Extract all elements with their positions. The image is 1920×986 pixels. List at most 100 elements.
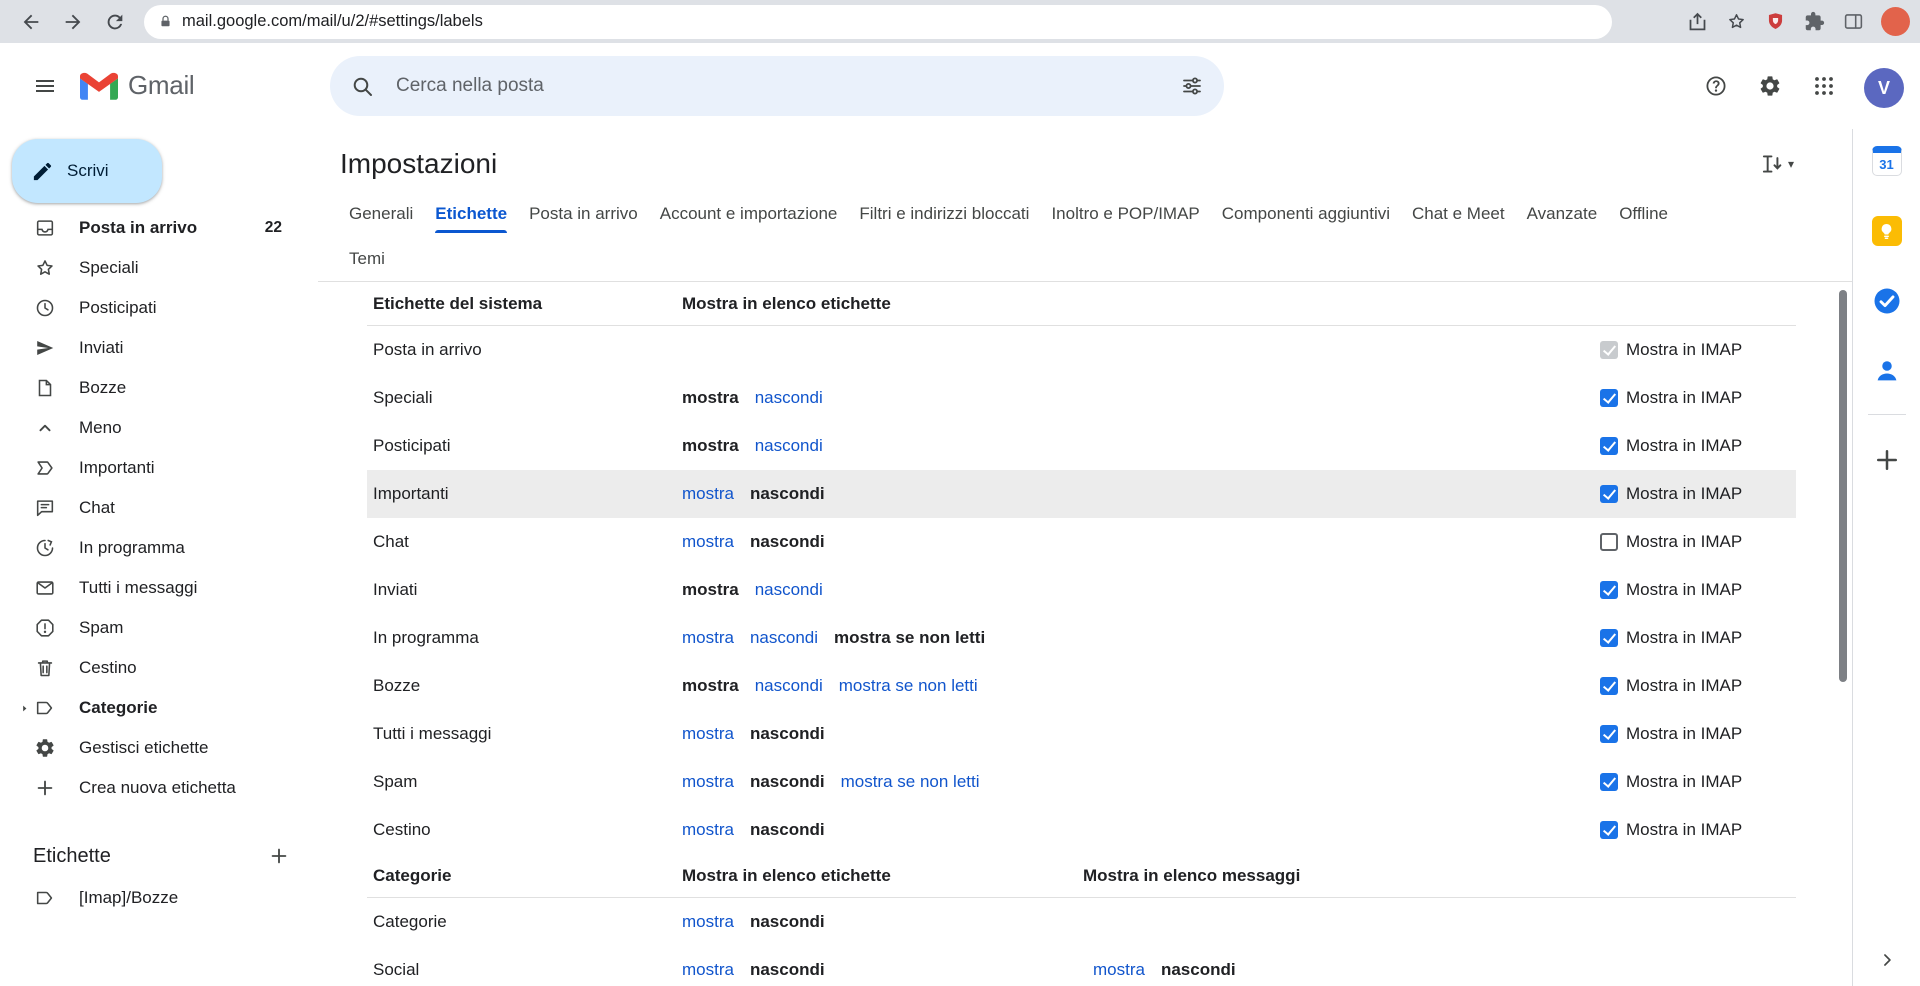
account-avatar[interactable]: V [1864, 68, 1904, 108]
imap-checkbox[interactable] [1600, 389, 1618, 407]
visibility-option-current: mostra [682, 388, 739, 408]
sidebar-item-posta-in-arrivo[interactable]: Posta in arrivo22 [0, 208, 318, 248]
support-button[interactable] [1692, 62, 1740, 110]
search-input[interactable] [386, 75, 1168, 97]
visibility-option-link[interactable]: mostra [682, 960, 734, 980]
labels-list: [Imap]/Bozze [0, 878, 318, 918]
sidebar-item-spam[interactable]: Spam [0, 608, 318, 648]
main-menu-button[interactable] [21, 62, 69, 110]
tab-componenti-aggiuntivi[interactable]: Componenti aggiuntivi [1222, 191, 1390, 237]
visibility-option-link[interactable]: mostra se non letti [839, 676, 978, 696]
label-row-importanti: ImportantimostranascondiMostra in IMAP [318, 470, 1852, 518]
rail-app-calendar[interactable]: 31 [1870, 144, 1904, 178]
rail-app-contacts[interactable] [1870, 354, 1904, 388]
imap-toggle: Mostra in IMAP [1600, 820, 1742, 840]
tab-offline[interactable]: Offline [1619, 191, 1668, 237]
browser-profile-avatar[interactable] [1881, 7, 1910, 36]
tab-temi[interactable]: Temi [349, 237, 385, 281]
address-bar[interactable]: mail.google.com/mail/u/2/#settings/label… [144, 5, 1612, 39]
gmail-logo[interactable]: Gmail [80, 70, 194, 101]
imap-checkbox[interactable] [1600, 821, 1618, 839]
input-tools-button[interactable]: ▾ [1759, 151, 1794, 177]
show-in-label-list-header: Mostra in elenco etichette [682, 294, 891, 314]
imap-checkbox[interactable] [1600, 581, 1618, 599]
imap-toggle: Mostra in IMAP [1600, 628, 1742, 648]
collapse-panel-button[interactable] [1877, 950, 1897, 970]
browser-back-button[interactable] [14, 5, 48, 39]
tab-generali[interactable]: Generali [349, 191, 413, 237]
tab-avanzate[interactable]: Avanzate [1527, 191, 1598, 237]
adblock-extension-button[interactable] [1758, 5, 1792, 39]
sidebar-item-chat[interactable]: Chat [0, 488, 318, 528]
visibility-options: mostranascondi [682, 912, 825, 932]
google-apps-button[interactable] [1800, 62, 1848, 110]
browser-forward-button[interactable] [56, 5, 90, 39]
imap-checkbox[interactable] [1600, 485, 1618, 503]
sidebar-item-inviati[interactable]: Inviati [0, 328, 318, 368]
settings-button[interactable] [1746, 62, 1794, 110]
visibility-option-link[interactable]: mostra [682, 484, 734, 504]
imap-checkbox[interactable] [1600, 677, 1618, 695]
site-security-icon[interactable] [158, 14, 173, 29]
adblock-shield-icon [1765, 11, 1786, 32]
sidebar-item-crea-nuova-etichetta[interactable]: Crea nuova etichetta [0, 768, 318, 808]
compose-button[interactable]: Scrivi [12, 139, 162, 203]
imap-label: Mostra in IMAP [1626, 436, 1742, 456]
visibility-option-link[interactable]: nascondi [755, 676, 823, 696]
sidebar-item-cestino[interactable]: Cestino [0, 648, 318, 688]
sidebar-item-categorie[interactable]: Categorie [0, 688, 318, 728]
imap-checkbox[interactable] [1600, 437, 1618, 455]
imap-toggle: Mostra in IMAP [1600, 580, 1742, 600]
imap-checkbox[interactable] [1600, 629, 1618, 647]
search-options-button[interactable] [1168, 62, 1216, 110]
tab-account-e-importazione[interactable]: Account e importazione [660, 191, 838, 237]
visibility-option-link[interactable]: mostra se non letti [841, 772, 980, 792]
category-name: Categorie [373, 912, 447, 932]
imap-checkbox[interactable] [1600, 533, 1618, 551]
search-button[interactable] [338, 62, 386, 110]
sidebar-item-meno[interactable]: Meno [0, 408, 318, 448]
sidebar-item-speciali[interactable]: Speciali [0, 248, 318, 288]
visibility-option-link[interactable]: nascondi [755, 388, 823, 408]
tab-inoltro-e-pop-imap[interactable]: Inoltro e POP/IMAP [1051, 191, 1199, 237]
sidebar-item-tutti-i-messaggi[interactable]: Tutti i messaggi [0, 568, 318, 608]
tab-posta-in-arrivo[interactable]: Posta in arrivo [529, 191, 638, 237]
user-label-imap-bozze[interactable]: [Imap]/Bozze [0, 878, 318, 918]
visibility-option-link[interactable]: mostra [1093, 960, 1145, 980]
visibility-option-link[interactable]: mostra [682, 912, 734, 932]
sidebar-item-gestisci-etichette[interactable]: Gestisci etichette [0, 728, 318, 768]
label-row-posta-in-arrivo: Posta in arrivoMostra in IMAP [318, 326, 1852, 374]
get-addons-button[interactable] [1870, 443, 1904, 477]
visibility-option-link[interactable]: nascondi [750, 628, 818, 648]
visibility-option-link[interactable]: nascondi [755, 436, 823, 456]
browser-reload-button[interactable] [98, 5, 132, 39]
tab-filtri-e-indirizzi-bloccati[interactable]: Filtri e indirizzi bloccati [859, 191, 1029, 237]
rail-app-keep[interactable] [1870, 214, 1904, 248]
visibility-option-link[interactable]: mostra [682, 772, 734, 792]
sidebar-item-in-programma[interactable]: In programma [0, 528, 318, 568]
extensions-button[interactable] [1797, 5, 1831, 39]
sidebar-item-importanti[interactable]: Importanti [0, 448, 318, 488]
sidebar-item-bozze[interactable]: Bozze [0, 368, 318, 408]
bookmark-button[interactable] [1719, 5, 1753, 39]
calendar-day: 31 [1879, 157, 1893, 172]
visibility-option-link[interactable]: mostra [682, 532, 734, 552]
visibility-option-link[interactable]: mostra [682, 724, 734, 744]
imap-checkbox[interactable] [1600, 773, 1618, 791]
rail-app-tasks[interactable] [1870, 284, 1904, 318]
imap-checkbox[interactable] [1600, 725, 1618, 743]
expander-icon[interactable] [12, 702, 36, 715]
label-icon [33, 697, 57, 719]
visibility-option-link[interactable]: nascondi [755, 580, 823, 600]
tab-chat-e-meet[interactable]: Chat e Meet [1412, 191, 1505, 237]
side-panel-icon [1843, 11, 1864, 32]
visibility-option-link[interactable]: mostra [682, 820, 734, 840]
app-body: Scrivi Posta in arrivo22SpecialiPosticip… [0, 129, 1920, 986]
visibility-option-link[interactable]: mostra [682, 628, 734, 648]
tab-etichette[interactable]: Etichette [435, 191, 507, 237]
side-panel-button[interactable] [1836, 5, 1870, 39]
scrollbar-thumb[interactable] [1839, 290, 1847, 682]
create-label-plus-icon[interactable] [268, 845, 290, 867]
share-button[interactable] [1680, 5, 1714, 39]
sidebar-item-posticipati[interactable]: Posticipati [0, 288, 318, 328]
